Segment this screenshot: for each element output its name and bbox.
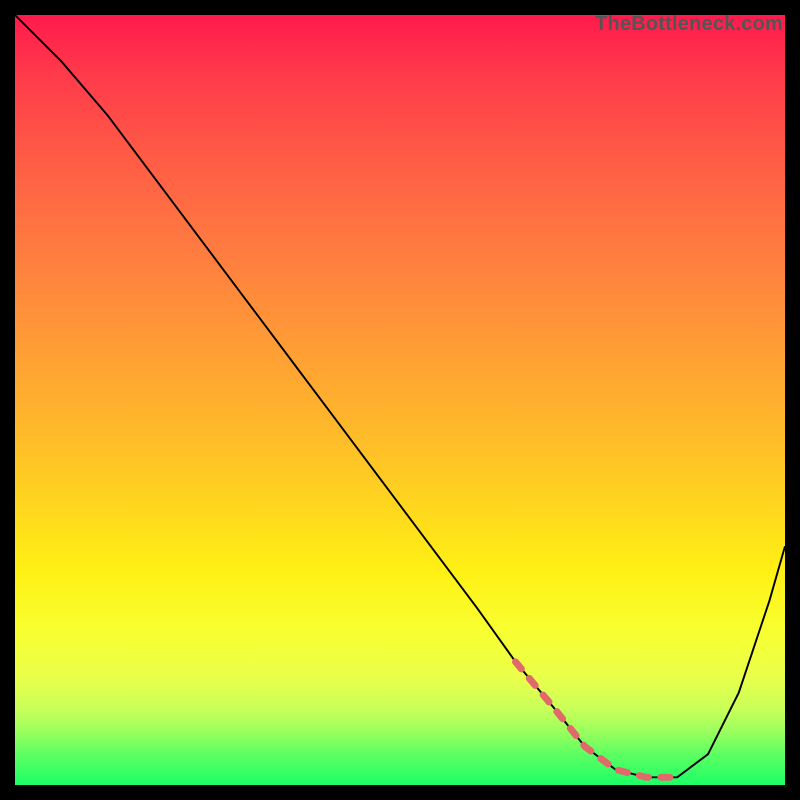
chart-frame: TheBottleneck.com (15, 15, 785, 785)
bottleneck-curve (15, 15, 785, 777)
valley-highlight (516, 662, 678, 778)
watermark-text: TheBottleneck.com (595, 13, 783, 36)
bottleneck-curve-svg (15, 15, 785, 785)
